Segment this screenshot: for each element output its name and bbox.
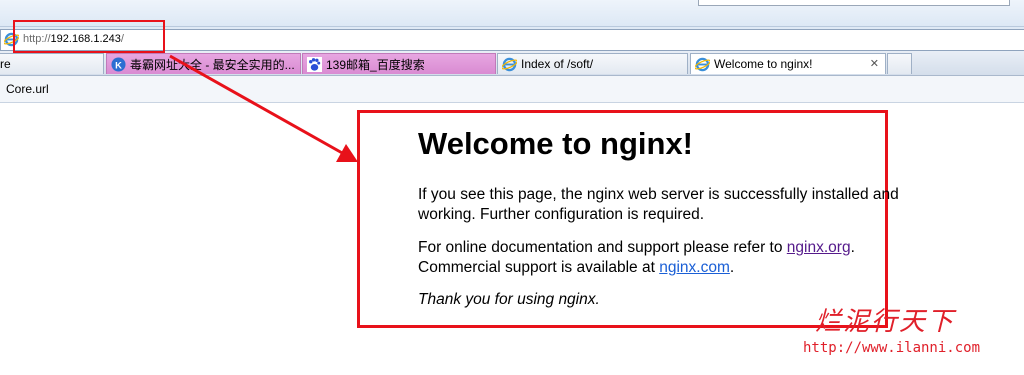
thank-you-message: Thank you for using nginx.: [418, 291, 600, 308]
tab-label: Welcome to nginx!: [714, 57, 813, 71]
k-logo-icon: K: [111, 56, 126, 72]
tab-label: Index of /soft/: [521, 57, 594, 71]
address-highlight-box: [13, 20, 165, 53]
close-tab-icon[interactable]: ✕: [870, 57, 879, 70]
support-text: For online documentation and support ple…: [418, 239, 787, 256]
watermark-url: http://www.ilanni.com: [803, 340, 981, 356]
support-message: For online documentation and support ple…: [418, 238, 918, 278]
tab-partial[interactable]: re: [0, 53, 104, 74]
nginx-org-link[interactable]: nginx.org: [787, 239, 851, 256]
baidu-paw-icon: [307, 56, 322, 72]
tab-welcome-nginx[interactable]: Welcome to nginx! ✕: [690, 53, 886, 74]
tab-bar: re K 毒霸网址大全 - 最安全实用的... 139邮箱_百度搜索 Index…: [0, 51, 1024, 76]
tab-label: re: [0, 57, 11, 71]
search-box[interactable]: [698, 0, 1010, 6]
page-title: Welcome to nginx!: [418, 126, 694, 161]
favorite-core-url[interactable]: Core.url: [6, 82, 49, 96]
tab-label: 139邮箱_百度搜索: [326, 57, 425, 72]
watermark-logo: 烂泥行天下: [815, 307, 956, 337]
svg-text:K: K: [115, 60, 122, 70]
ie-icon: [502, 57, 517, 71]
tab-label: 毒霸网址大全 - 最安全实用的...: [130, 57, 295, 72]
support-text-end: .: [729, 259, 735, 276]
install-message: If you see this page, the nginx web serv…: [418, 186, 899, 223]
favorites-bar: Core.url: [0, 76, 1024, 103]
tab-duba[interactable]: K 毒霸网址大全 - 最安全实用的...: [106, 53, 301, 74]
tab-index-soft[interactable]: Index of /soft/: [497, 53, 688, 74]
nginx-com-link[interactable]: nginx.com: [659, 259, 730, 276]
tab-139-search[interactable]: 139邮箱_百度搜索: [302, 53, 496, 74]
ie-icon: [695, 57, 710, 71]
new-tab-button[interactable]: [887, 53, 912, 74]
